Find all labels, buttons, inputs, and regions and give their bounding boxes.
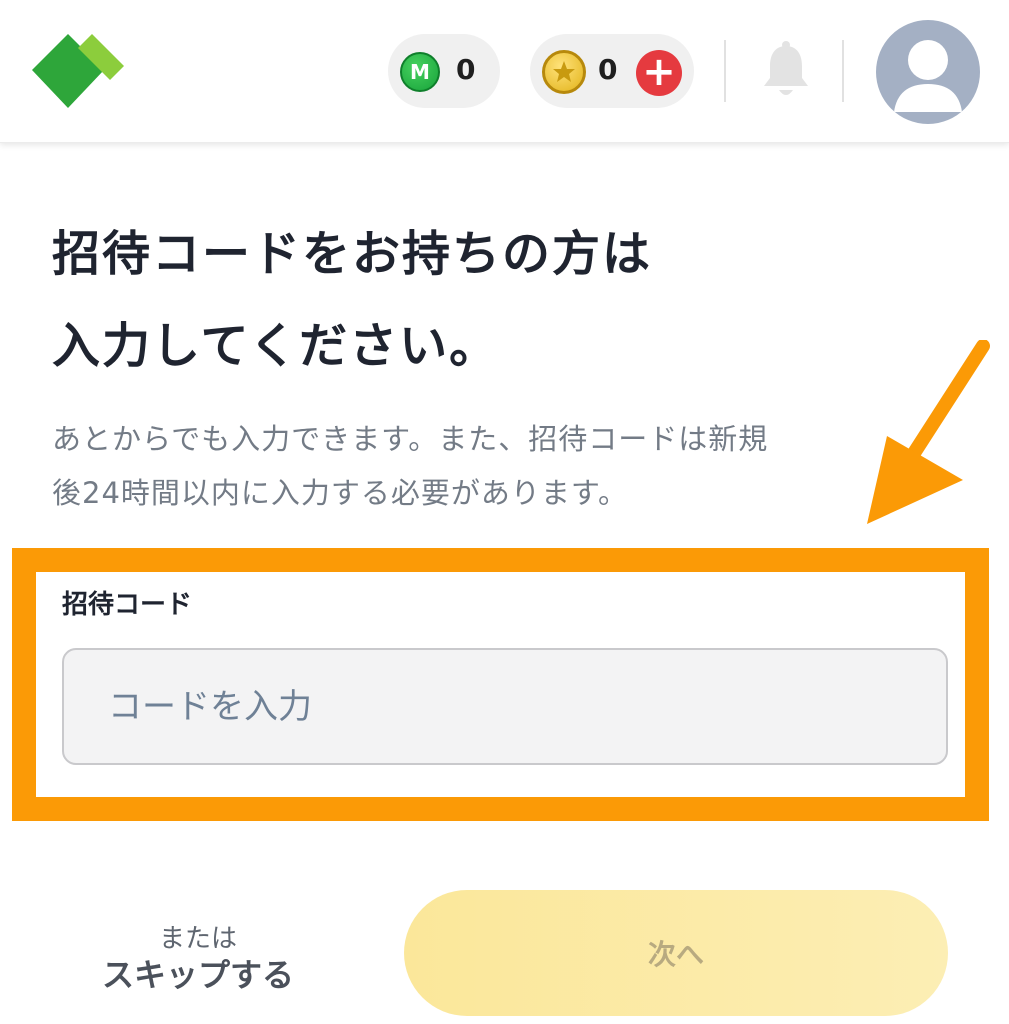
description-line: 後24時間以内に入力する必要があります。 [52,476,629,510]
gold-coin-icon [542,50,586,94]
page-title: 招待コードをお持ちの方は 入力してください。 [52,208,932,392]
app-header: M 0 0 + [0,0,1009,143]
skip-button[interactable]: スキップする [88,950,308,996]
title-line: 入力してください。 [52,318,500,374]
coin-badge[interactable]: 0 + [530,34,694,108]
description-text: あとからでも入力できます。また、招待コードは新規 後24時間以内に入力する必要が… [52,412,852,520]
title-line: 招待コードをお持ちの方は [52,226,653,282]
m-point-icon: M [400,52,440,92]
user-avatar-icon[interactable] [876,20,980,124]
wallet-logo-icon[interactable] [28,30,128,112]
next-button-label: 次へ [647,938,704,971]
invite-code-label: 招待コード [62,590,193,620]
header-divider [842,40,844,102]
invite-code-input[interactable] [62,648,948,765]
header-divider [724,40,726,102]
m-point-count: 0 [456,53,476,86]
add-coin-button[interactable]: + [636,50,682,96]
next-button[interactable]: 次へ [404,890,948,1016]
bell-icon[interactable] [758,40,814,102]
m-point-badge[interactable]: M 0 [388,34,500,108]
description-line: あとからでも入力できます。また、招待コードは新規 [52,422,769,456]
coin-count: 0 [598,53,618,86]
orange-arrow-icon [867,340,990,524]
